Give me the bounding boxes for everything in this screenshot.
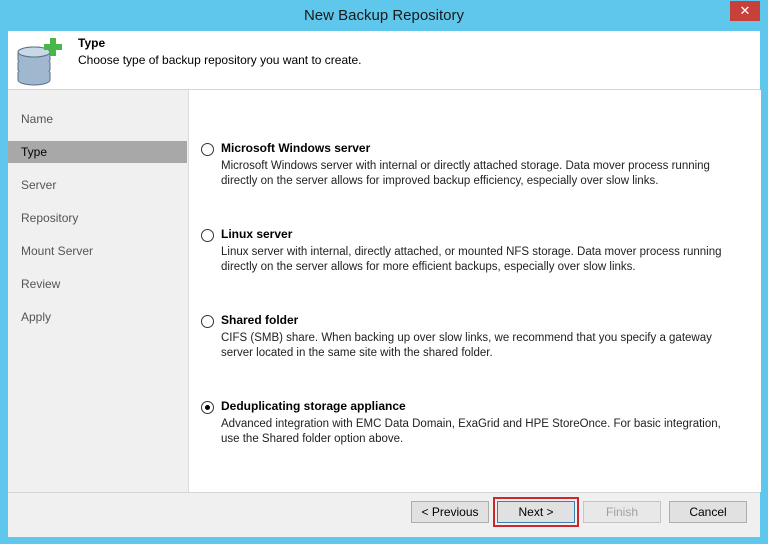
header-title: Type <box>78 36 106 50</box>
finish-button[interactable]: Finish <box>583 501 661 523</box>
step-mount-server[interactable]: Mount Server <box>8 240 187 262</box>
step-type[interactable]: Type <box>8 141 187 163</box>
option-title: Microsoft Windows server <box>221 141 371 155</box>
radio-linux-server[interactable] <box>201 229 214 242</box>
option-title: Shared folder <box>221 313 299 327</box>
option-title: Linux server <box>221 227 293 241</box>
step-server[interactable]: Server <box>8 174 187 196</box>
close-button[interactable]: ✕ <box>730 1 760 21</box>
dialog-window: New Backup Repository ✕ Type Choose type… <box>0 0 768 544</box>
option-title: Deduplicating storage appliance <box>221 399 406 413</box>
radio-dedup-appliance[interactable] <box>201 401 214 414</box>
type-options-panel: Microsoft Windows server Microsoft Windo… <box>188 90 761 492</box>
next-button[interactable]: Next > <box>497 501 575 523</box>
wizard-header: Type Choose type of backup repository yo… <box>8 31 760 90</box>
wizard-footer: < Previous Next > Finish Cancel <box>8 492 760 537</box>
step-review[interactable]: Review <box>8 273 187 295</box>
previous-button[interactable]: < Previous <box>411 501 489 523</box>
radio-windows-server[interactable] <box>201 143 214 156</box>
title-bar[interactable]: New Backup Repository ✕ <box>0 0 768 32</box>
option-description: CIFS (SMB) share. When backing up over s… <box>221 332 712 359</box>
dialog-client: Type Choose type of backup repository yo… <box>8 31 761 537</box>
window-title: New Backup Repository <box>303 7 465 24</box>
cancel-button[interactable]: Cancel <box>669 501 747 523</box>
option-description: Linux server with internal, directly att… <box>221 246 722 273</box>
step-apply[interactable]: Apply <box>8 306 187 328</box>
step-name[interactable]: Name <box>8 108 187 130</box>
option-description: Microsoft Windows server with internal o… <box>221 160 710 187</box>
option-description: Advanced integration with EMC Data Domai… <box>221 418 721 445</box>
database-add-icon <box>17 38 62 86</box>
header-subtitle: Choose type of backup repository you wan… <box>78 53 362 67</box>
wizard-steps: Name Type Server Repository Mount Server… <box>8 99 187 491</box>
radio-shared-folder[interactable] <box>201 315 214 328</box>
step-repository[interactable]: Repository <box>8 207 187 229</box>
